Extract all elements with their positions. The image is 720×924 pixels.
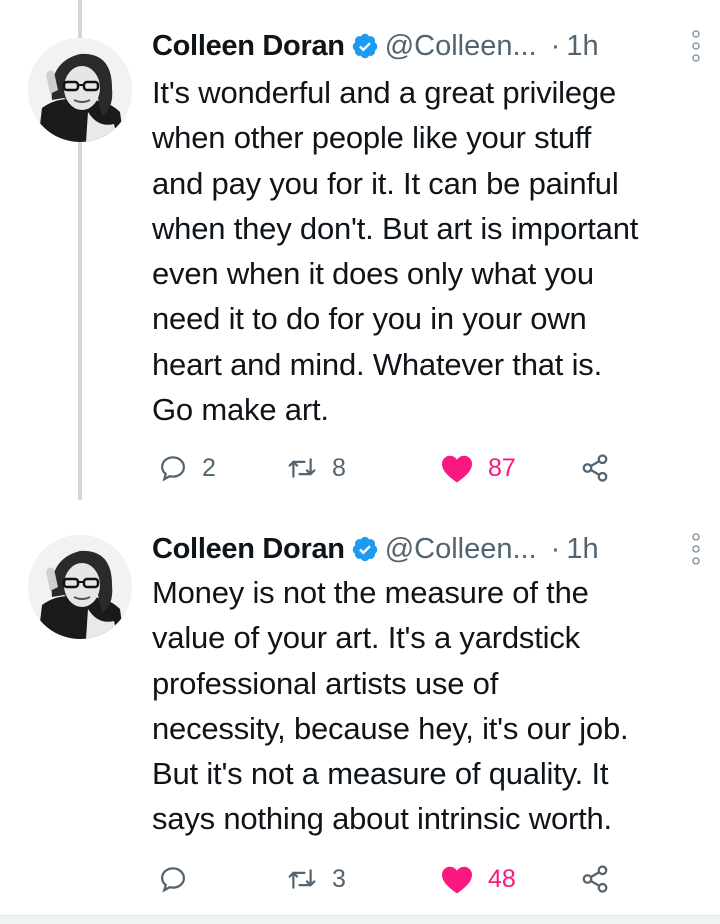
share-button[interactable]	[580, 446, 610, 490]
tweet-text: Money is not the measure of the value of…	[152, 575, 629, 837]
tweet[interactable]: Colleen Doran @Colleen... · 1h It's wond…	[0, 0, 720, 505]
retweet-icon	[288, 458, 316, 478]
author-name[interactable]: Colleen Doran	[152, 30, 345, 63]
tweet-timestamp[interactable]: 1h	[566, 533, 598, 566]
header-separator: ·	[550, 532, 561, 565]
reply-icon	[160, 456, 186, 482]
tweet[interactable]: Colleen Doran @Colleen... · 1h Money is …	[0, 505, 720, 915]
retweet-button[interactable]: 8	[286, 446, 346, 490]
more-vertical-icon[interactable]	[690, 29, 702, 63]
tweet-actions: 2 8 87	[152, 446, 672, 490]
retweet-button[interactable]: 3	[286, 857, 346, 901]
reply-icon	[160, 867, 186, 893]
avatar[interactable]	[28, 38, 132, 142]
tweet-header: Colleen Doran @Colleen... · 1h	[152, 26, 702, 66]
reply-count: 2	[202, 453, 216, 482]
tweet-header: Colleen Doran @Colleen... · 1h	[152, 529, 702, 569]
author-name[interactable]: Colleen Doran	[152, 533, 345, 566]
author-handle[interactable]: @Colleen...	[385, 533, 537, 566]
retweet-count: 8	[332, 453, 346, 482]
verified-badge-icon	[351, 32, 379, 60]
avatar-image	[28, 38, 132, 142]
retweet-count: 3	[332, 864, 346, 893]
heart-icon	[442, 455, 472, 483]
header-separator: ·	[550, 29, 561, 62]
like-count: 87	[488, 453, 516, 482]
tweet-actions: 3 48	[152, 857, 672, 901]
like-button[interactable]: 87	[440, 446, 516, 490]
heart-icon	[442, 866, 472, 894]
retweet-icon	[288, 869, 316, 889]
share-button[interactable]	[580, 857, 610, 901]
avatar-image	[28, 535, 132, 639]
tweet-text: It's wonderful and a great privilege whe…	[152, 75, 639, 428]
share-icon	[582, 865, 608, 893]
like-count: 48	[488, 864, 516, 893]
verified-badge-icon	[351, 535, 379, 563]
tweet-timestamp[interactable]: 1h	[566, 30, 598, 63]
avatar[interactable]	[28, 535, 132, 639]
more-vertical-icon[interactable]	[690, 532, 702, 566]
share-icon	[582, 454, 608, 482]
reply-button[interactable]: 2	[158, 446, 216, 490]
author-handle[interactable]: @Colleen...	[385, 30, 537, 63]
reply-button[interactable]	[158, 857, 188, 901]
like-button[interactable]: 48	[440, 857, 516, 901]
